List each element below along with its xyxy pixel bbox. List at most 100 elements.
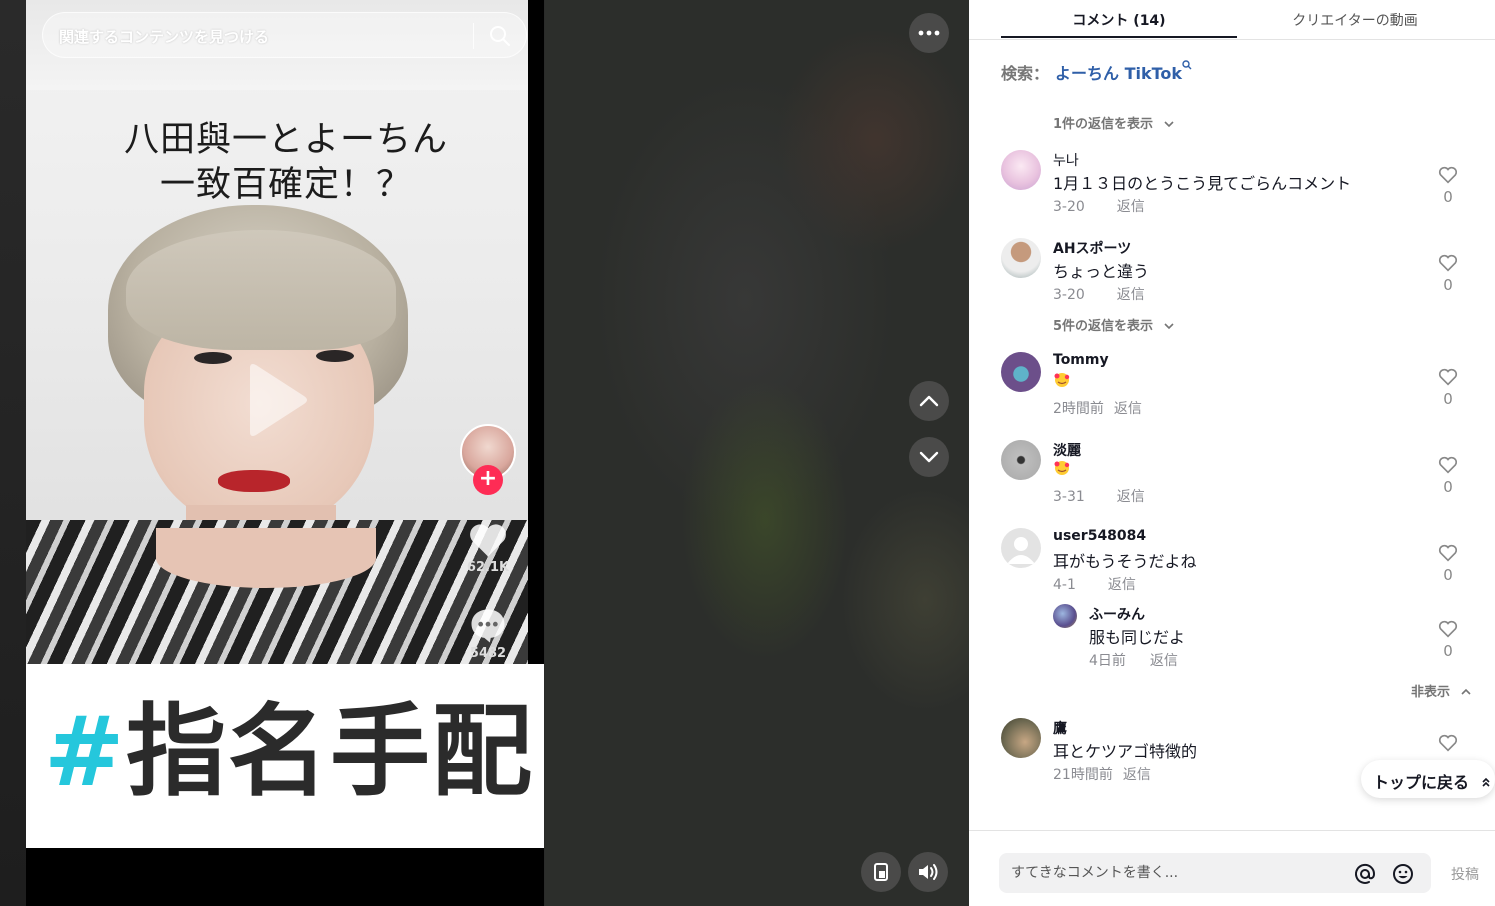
- chevron-down-icon: [1164, 323, 1174, 330]
- tab-creator-videos[interactable]: クリエイターの動画: [1237, 10, 1473, 30]
- comment-meta: 3-20 返信: [1053, 196, 1145, 216]
- blurred-background-right: [545, 0, 969, 906]
- avatar[interactable]: [1001, 718, 1041, 758]
- double-chevron-up-icon: [1482, 777, 1490, 787]
- comment-username[interactable]: 鷹: [1053, 718, 1067, 738]
- pip-button[interactable]: [861, 852, 901, 892]
- like-count: 0: [1443, 188, 1453, 206]
- search-icon[interactable]: [1182, 60, 1192, 70]
- comment-text: 耳がもうそうだよね: [1053, 552, 1197, 571]
- reply-button[interactable]: 返信: [1117, 489, 1145, 505]
- heart-icon[interactable]: [1437, 252, 1459, 274]
- comment-date: 3-31: [1053, 489, 1085, 505]
- comment-item: 누나 1月１３日のとうこう見てごらんコメント 3-20 返信 0: [1001, 150, 1471, 220]
- comment-username[interactable]: Tommy: [1053, 352, 1109, 368]
- comment-username[interactable]: 누나: [1053, 150, 1079, 170]
- comment-meta: 4日前 返信: [1089, 650, 1178, 670]
- tab-comments[interactable]: コメント (14): [1001, 10, 1237, 30]
- mention-at-icon[interactable]: [1353, 862, 1377, 886]
- related-content-search[interactable]: 関連するコンテンツを見つける: [42, 12, 527, 58]
- avatar[interactable]: [1001, 440, 1041, 480]
- volume-button[interactable]: [908, 852, 948, 892]
- pip-icon: [874, 863, 888, 881]
- follow-plus-icon[interactable]: +: [473, 465, 503, 495]
- comment-date: 4日前: [1089, 653, 1126, 669]
- comment-bubble-icon[interactable]: [466, 604, 510, 648]
- comment-date: 2時間前: [1053, 401, 1104, 417]
- comment-item: user548084 耳がもうそうだよね 4-1 返信 0: [1001, 528, 1471, 598]
- comment-text: ちょっと違う: [1053, 262, 1150, 281]
- hide-replies-button[interactable]: 非表示: [1411, 681, 1471, 700]
- heart-icon[interactable]: [1437, 618, 1459, 640]
- reply-button[interactable]: 返信: [1117, 199, 1145, 215]
- avatar[interactable]: [1053, 604, 1077, 628]
- comment-username[interactable]: AHスポーツ: [1053, 238, 1131, 258]
- reply-button[interactable]: 返信: [1114, 401, 1142, 417]
- comment-meta: 21時間前 返信: [1053, 764, 1151, 784]
- reply-button[interactable]: 返信: [1117, 287, 1145, 303]
- heart-icon[interactable]: [1437, 542, 1459, 564]
- heart-icon[interactable]: [1437, 366, 1459, 388]
- smiling-face-with-hearts-icon: [1054, 373, 1070, 387]
- avatar[interactable]: [1001, 352, 1041, 392]
- search-icon[interactable]: [488, 24, 512, 48]
- view-replies-button[interactable]: 5件の返信を表示: [1053, 315, 1174, 334]
- comment-username[interactable]: user548084: [1053, 528, 1146, 544]
- comment-username[interactable]: 淡麗: [1053, 440, 1081, 460]
- like-count: 62.1K: [466, 560, 510, 575]
- active-tab-indicator: [1001, 36, 1237, 38]
- more-dots-icon: [918, 30, 940, 36]
- reply-button[interactable]: 返信: [1123, 767, 1151, 783]
- play-icon[interactable]: [240, 360, 310, 440]
- search-query-link[interactable]: よーちん TikTok: [1055, 64, 1182, 83]
- emoji-icon[interactable]: [1391, 862, 1415, 886]
- video-frame[interactable]: 八田與一とよーちん 一致百確定！？ 関連するコンテンツを見つける + 62.1K: [26, 0, 528, 664]
- avatar[interactable]: [1001, 150, 1041, 190]
- reply-button[interactable]: 返信: [1108, 577, 1136, 593]
- next-video-button[interactable]: [909, 437, 949, 477]
- comment-item: Tommy 2時間前 返信 0: [1001, 352, 1471, 422]
- comment-meta: 2時間前 返信: [1053, 398, 1142, 418]
- view-replies-button[interactable]: 1件の返信を表示: [1053, 113, 1174, 132]
- like-count: 0: [1443, 566, 1453, 584]
- heart-icon[interactable]: [1437, 732, 1459, 754]
- more-options-button[interactable]: [909, 13, 949, 53]
- search-placeholder[interactable]: 関連するコンテンツを見つける: [59, 26, 269, 47]
- video-player-area: 八田與一とよーちん 一致百確定！？ 関連するコンテンツを見つける + 62.1K: [0, 0, 969, 906]
- previous-video-button[interactable]: [909, 381, 949, 421]
- video-caption: 八田與一とよーちん 一致百確定！？: [123, 120, 448, 205]
- avatar[interactable]: [1001, 528, 1041, 568]
- comment-meta: 3-31 返信: [1053, 486, 1145, 506]
- comment-meta: 3-20 返信: [1053, 284, 1145, 304]
- comment-input[interactable]: [999, 853, 1339, 893]
- smiling-face-with-hearts-icon: [1054, 461, 1070, 475]
- like-count: 0: [1443, 642, 1453, 660]
- heart-icon[interactable]: [466, 518, 510, 562]
- heart-icon[interactable]: [1437, 454, 1459, 476]
- comment-username[interactable]: ふーみん: [1089, 604, 1145, 624]
- comment-text: 1月１３日のとうこう見てごらんコメント: [1053, 174, 1352, 193]
- post-button[interactable]: 投稿: [1451, 864, 1479, 884]
- comment-date: 3-20: [1053, 199, 1085, 215]
- panel-tabs: コメント (14) クリエイターの動画: [969, 0, 1495, 40]
- chevron-up-icon: [1460, 688, 1471, 695]
- comment-meta: 4-1 返信: [1053, 574, 1136, 594]
- comment-date: 21時間前: [1053, 767, 1113, 783]
- speaker-icon: [919, 864, 938, 880]
- comment-composer: 投稿: [969, 830, 1495, 906]
- back-to-top-button[interactable]: トップに戻る: [1361, 760, 1495, 798]
- default-user-icon: [1007, 537, 1035, 564]
- comment-date: 3-20: [1053, 287, 1085, 303]
- comment-text: 服も同じだよ: [1089, 628, 1186, 647]
- comment-text: [1053, 460, 1071, 480]
- like-count: 0: [1443, 478, 1453, 496]
- heart-icon[interactable]: [1437, 164, 1459, 186]
- comment-input-box[interactable]: [999, 853, 1431, 893]
- video-banner: # 指名手配: [26, 664, 544, 848]
- comments-panel: コメント (14) クリエイターの動画 検索： よーちん TikTok 1件の返信…: [969, 0, 1495, 906]
- reply-button[interactable]: 返信: [1150, 653, 1178, 669]
- avatar[interactable]: [1001, 238, 1041, 278]
- video-player[interactable]: 八田與一とよーちん 一致百確定！？ 関連するコンテンツを見つける + 62.1K: [26, 0, 544, 906]
- banner-text: 指名手配: [126, 693, 534, 810]
- search-suggestion: 検索： よーちん TikTok: [1001, 60, 1192, 84]
